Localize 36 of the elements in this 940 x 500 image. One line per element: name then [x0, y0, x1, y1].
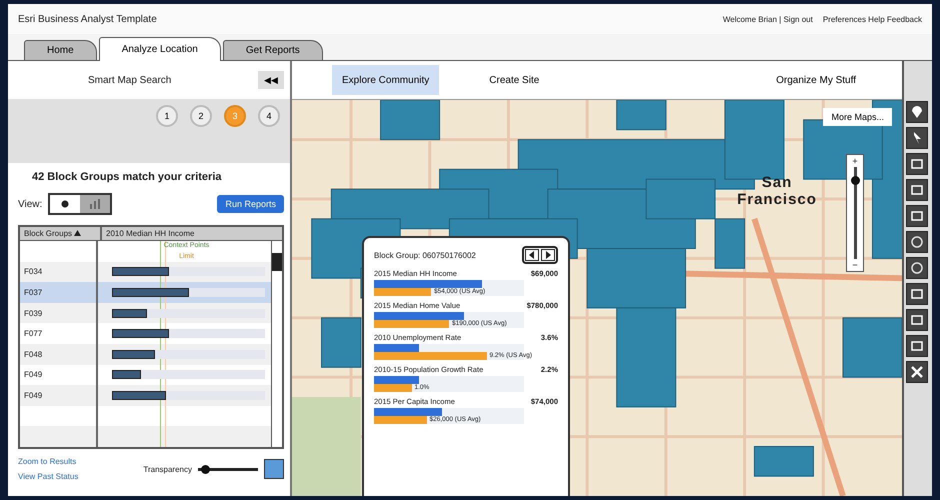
table-row[interactable]: F039	[20, 302, 271, 324]
table-row[interactable]: F048	[20, 344, 271, 365]
step-button[interactable]: 4	[258, 105, 280, 127]
app-title: Esri Business Analyst Template	[18, 14, 157, 24]
map-tab[interactable]: Organize My Stuff	[766, 65, 866, 95]
table-row[interactable]: F034	[20, 262, 271, 282]
result-count: 42 Block Groups match your criteria	[31, 171, 223, 183]
view-label: View:	[18, 198, 42, 210]
popup-title: Block Group: 060750176002	[374, 250, 476, 260]
map-tab[interactable]: Explore Community	[332, 65, 440, 95]
past-status-link[interactable]: View Past Status	[18, 472, 78, 481]
more-maps-button[interactable]: More Maps...	[823, 108, 892, 126]
table-row[interactable]: F049	[20, 385, 271, 406]
column-header[interactable]: Block Groups	[20, 227, 102, 240]
table-row[interactable]: F037	[20, 282, 271, 303]
header-link[interactable]: Preferences Help Feedback	[822, 14, 922, 24]
step-button[interactable]: 2	[190, 105, 212, 127]
collapse-button[interactable]: ◀◀	[258, 71, 284, 89]
step-button[interactable]: 1	[156, 105, 178, 127]
zoom-link[interactable]: Zoom to Results	[18, 457, 78, 466]
map-tab[interactable]: Create Site	[479, 65, 550, 95]
transparency-label: Transparency	[143, 464, 192, 474]
column-header[interactable]: 2010 Median HH Income	[102, 227, 282, 240]
header-link[interactable]: Welcome Brian | Sign out	[722, 14, 813, 24]
panel-title: Smart Map Search	[88, 74, 172, 86]
table-cell: F039	[20, 302, 98, 324]
zoom-slider[interactable]: + −	[846, 154, 864, 272]
tab[interactable]: Get Reports	[222, 40, 323, 60]
city-label: San Francisco	[736, 174, 818, 208]
table-cell: F048	[20, 344, 98, 365]
zoom-in-button[interactable]: +	[852, 155, 858, 167]
tab[interactable]: Analyze Location	[98, 37, 221, 61]
run-reports-button[interactable]: Run Reports	[217, 195, 284, 213]
zoom-out-button[interactable]: −	[852, 259, 858, 271]
tab[interactable]: Home	[24, 40, 97, 60]
table-cell: F049	[20, 385, 98, 406]
